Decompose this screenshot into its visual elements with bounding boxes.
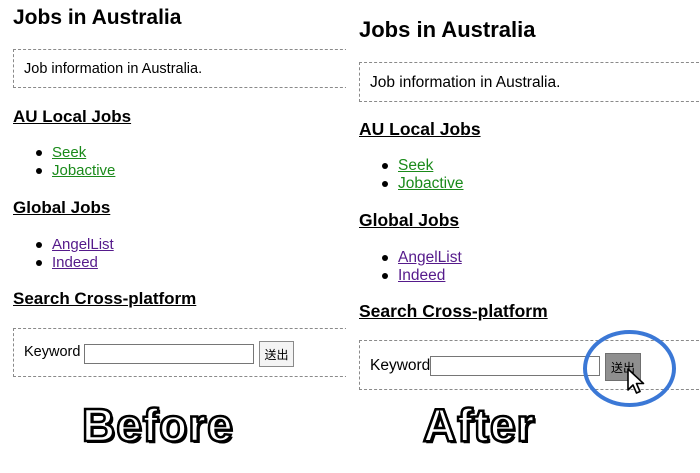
- list-item: Jobactive: [382, 175, 463, 193]
- link-seek[interactable]: Seek: [52, 144, 86, 161]
- link-indeed[interactable]: Indeed: [52, 254, 98, 271]
- info-box: Job information in Australia.: [13, 49, 346, 88]
- before-caption: Before: [81, 398, 234, 453]
- mouse-pointer-icon: [627, 368, 645, 394]
- local-jobs-heading: AU Local Jobs: [359, 119, 481, 139]
- list-item: Jobactive: [36, 162, 115, 180]
- bullet-icon: [36, 168, 42, 174]
- bullet-icon: [36, 242, 42, 248]
- search-heading: Search Cross-platform: [359, 301, 548, 321]
- list-item: Indeed: [382, 267, 462, 285]
- link-angellist[interactable]: AngelList: [52, 236, 114, 253]
- local-jobs-list: Seek Jobactive: [36, 144, 115, 180]
- bullet-icon: [382, 273, 388, 279]
- bullet-icon: [382, 255, 388, 261]
- search-heading: Search Cross-platform: [13, 289, 197, 308]
- submit-button[interactable]: 送出: [259, 341, 294, 367]
- global-jobs-list: AngelList Indeed: [382, 249, 462, 285]
- bullet-icon: [36, 260, 42, 266]
- global-jobs-list: AngelList Indeed: [36, 236, 114, 272]
- list-item: AngelList: [382, 249, 462, 267]
- page-title: Jobs in Australia: [13, 6, 182, 29]
- list-item: Indeed: [36, 254, 114, 272]
- search-form: Keyword 送出: [13, 328, 346, 377]
- local-jobs-heading: AU Local Jobs: [13, 107, 132, 126]
- link-angellist[interactable]: AngelList: [398, 249, 462, 266]
- keyword-label: Keyword: [24, 344, 81, 360]
- keyword-input[interactable]: [84, 344, 254, 364]
- global-jobs-heading: Global Jobs: [13, 198, 111, 217]
- list-item: Seek: [36, 144, 115, 162]
- local-jobs-list: Seek Jobactive: [382, 157, 463, 193]
- link-indeed[interactable]: Indeed: [398, 267, 445, 284]
- global-jobs-heading: Global Jobs: [359, 210, 460, 230]
- link-seek[interactable]: Seek: [398, 157, 433, 174]
- after-caption: After: [422, 398, 536, 453]
- link-jobactive[interactable]: Jobactive: [52, 162, 115, 179]
- keyword-label: Keyword: [370, 357, 431, 374]
- keyword-input[interactable]: [430, 356, 600, 376]
- list-item: Seek: [382, 157, 463, 175]
- list-item: AngelList: [36, 236, 114, 254]
- info-box: Job information in Australia.: [359, 62, 700, 102]
- page-title: Jobs in Australia: [359, 17, 536, 42]
- bullet-icon: [382, 163, 388, 169]
- link-jobactive[interactable]: Jobactive: [398, 175, 463, 192]
- bullet-icon: [382, 181, 388, 187]
- bullet-icon: [36, 150, 42, 156]
